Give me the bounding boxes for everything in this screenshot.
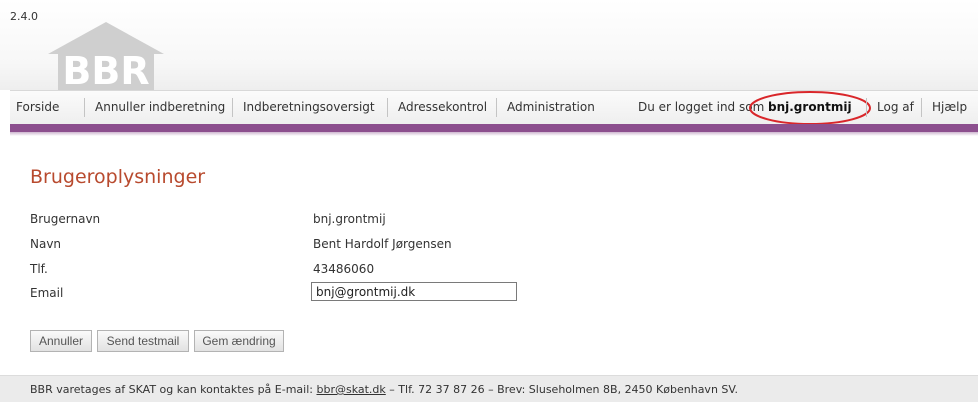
logout-link[interactable]: Log af (877, 100, 914, 114)
version-label: 2.4.0 (10, 10, 38, 23)
footer-text-prefix: BBR varetages af SKAT og kan kontaktes p… (30, 383, 317, 396)
nav-separator (496, 98, 497, 117)
footer-text-suffix: – Tlf. 72 37 87 26 – Brev: Sluseholmen 8… (385, 383, 738, 396)
phone-label: Tlf. (30, 262, 48, 276)
send-testmail-button[interactable]: Send testmail (97, 330, 189, 352)
username-value: bnj.grontmij (313, 212, 386, 226)
cancel-button[interactable]: Annuller (30, 330, 92, 352)
nav-adressekontrol[interactable]: Adressekontrol (398, 100, 487, 114)
phone-value: 43486060 (313, 262, 375, 276)
email-label: Email (30, 286, 64, 300)
help-link[interactable]: Hjælp (932, 100, 967, 114)
save-changes-button[interactable]: Gem ændring (194, 330, 284, 352)
nav-separator (866, 98, 867, 117)
nav-administration[interactable]: Administration (507, 100, 595, 114)
nav-annuller-indberetning[interactable]: Annuller indberetning (95, 100, 225, 114)
nav-separator (921, 98, 922, 117)
bbr-logo[interactable]: BBR (42, 18, 170, 90)
name-value: Bent Hardolf Jørgensen (313, 237, 452, 251)
nav-separator (232, 98, 233, 117)
accent-band (10, 124, 978, 132)
logo-text: BBR (62, 49, 149, 90)
page-title: Brugeroplysninger (30, 166, 206, 188)
nav-forside[interactable]: Forside (16, 100, 59, 114)
nav-separator (84, 98, 85, 117)
nav-separator (387, 98, 388, 117)
email-field[interactable] (311, 282, 517, 301)
footer: BBR varetages af SKAT og kan kontaktes p… (0, 375, 978, 402)
name-label: Navn (30, 237, 62, 251)
login-status-text: Du er logget ind som (638, 100, 765, 114)
footer-contact-text: BBR varetages af SKAT og kan kontaktes p… (30, 383, 738, 396)
header: 2.4.0 BBR (0, 0, 978, 90)
footer-email-link[interactable]: bbr@skat.dk (316, 383, 385, 396)
nav-indberetningsoversigt[interactable]: Indberetningsoversigt (243, 100, 375, 114)
username-label: Brugernavn (30, 212, 101, 226)
accent-band-shadow (10, 132, 978, 136)
